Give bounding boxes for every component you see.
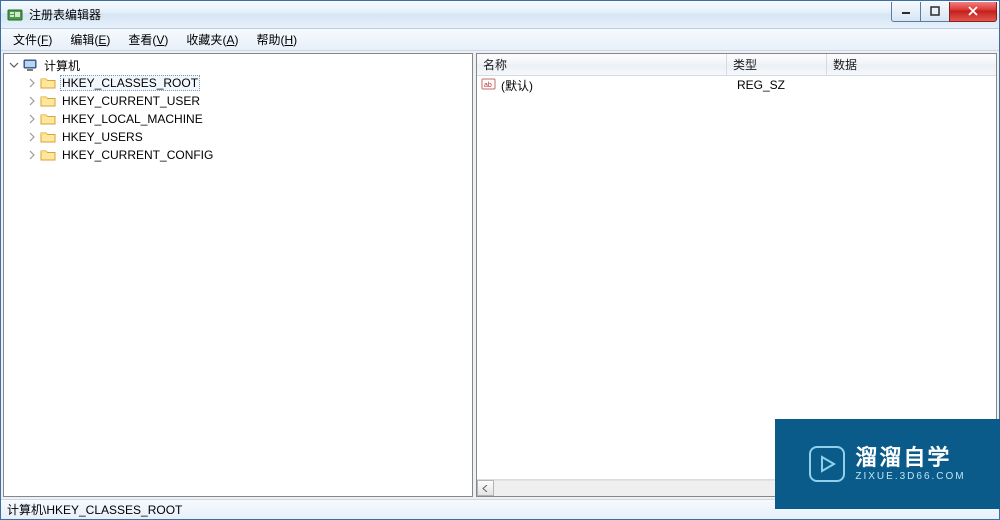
menu-view[interactable]: 查看(V) <box>120 29 176 50</box>
expand-icon[interactable] <box>26 149 38 161</box>
tree-node-label: HKEY_LOCAL_MACHINE <box>60 111 205 127</box>
column-type[interactable]: 类型 <box>727 54 827 75</box>
window-title: 注册表编辑器 <box>29 6 101 23</box>
tree-node-label: HKEY_CURRENT_CONFIG <box>60 147 215 163</box>
folder-icon <box>40 75 56 91</box>
value-name-cell: ab (默认) <box>481 76 731 95</box>
expand-icon[interactable] <box>26 131 38 143</box>
value-row[interactable]: ab (默认) REG_SZ <box>477 76 996 94</box>
folder-icon <box>40 129 56 145</box>
tree-node[interactable]: HKEY_CURRENT_USER <box>4 92 472 110</box>
expand-icon[interactable] <box>26 113 38 125</box>
expand-icon[interactable] <box>26 95 38 107</box>
menu-file[interactable]: 文件(F) <box>5 29 60 50</box>
window-buttons <box>892 2 997 22</box>
close-button[interactable] <box>949 2 997 22</box>
collapse-icon[interactable] <box>8 59 20 71</box>
watermark-title: 溜溜自学 <box>855 446 951 470</box>
tree-node-label: HKEY_CLASSES_ROOT <box>60 75 200 91</box>
tree-pane: 计算机 HKEY_CLASSES_ROOT HKEY_CURRENT_USER HK… <box>3 53 473 497</box>
registry-tree[interactable]: 计算机 HKEY_CLASSES_ROOT HKEY_CURRENT_USER HK… <box>4 54 472 166</box>
status-path: 计算机\HKEY_CLASSES_ROOT <box>7 501 182 518</box>
folder-icon <box>40 111 56 127</box>
menu-help[interactable]: 帮助(H) <box>248 29 305 50</box>
tree-node[interactable]: HKEY_CURRENT_CONFIG <box>4 146 472 164</box>
values-header: 名称 类型 数据 <box>477 54 996 76</box>
tree-node[interactable]: HKEY_CLASSES_ROOT <box>4 74 472 92</box>
value-type: REG_SZ <box>731 78 831 92</box>
titlebar[interactable]: 注册表编辑器 <box>1 1 999 29</box>
value-name: (默认) <box>501 77 533 94</box>
minimize-button[interactable] <box>891 2 921 22</box>
tree-root[interactable]: 计算机 <box>4 56 472 74</box>
computer-icon <box>22 57 38 73</box>
menubar: 文件(F) 编辑(E) 查看(V) 收藏夹(A) 帮助(H) <box>1 29 999 51</box>
tree-node[interactable]: HKEY_LOCAL_MACHINE <box>4 110 472 128</box>
play-icon <box>809 446 845 482</box>
column-name[interactable]: 名称 <box>477 54 727 75</box>
column-data[interactable]: 数据 <box>827 54 996 75</box>
tree-node-label: HKEY_USERS <box>60 129 145 145</box>
tree-node[interactable]: HKEY_USERS <box>4 128 472 146</box>
string-value-icon: ab <box>481 76 497 95</box>
maximize-button[interactable] <box>920 2 950 22</box>
tree-root-label: 计算机 <box>42 56 82 75</box>
menu-edit[interactable]: 编辑(E) <box>62 29 118 50</box>
svg-text:ab: ab <box>484 82 492 89</box>
watermark-sub: ZIXUE.3D66.COM <box>855 471 965 482</box>
folder-icon <box>40 93 56 109</box>
app-icon <box>7 7 23 23</box>
expand-icon[interactable] <box>26 77 38 89</box>
menu-favorites[interactable]: 收藏夹(A) <box>178 29 246 50</box>
watermark-overlay: 溜溜自学 ZIXUE.3D66.COM <box>775 419 1000 509</box>
folder-icon <box>40 147 56 163</box>
tree-node-label: HKEY_CURRENT_USER <box>60 93 202 109</box>
scroll-left-button[interactable] <box>477 480 494 496</box>
titlebar-left: 注册表编辑器 <box>7 6 101 23</box>
